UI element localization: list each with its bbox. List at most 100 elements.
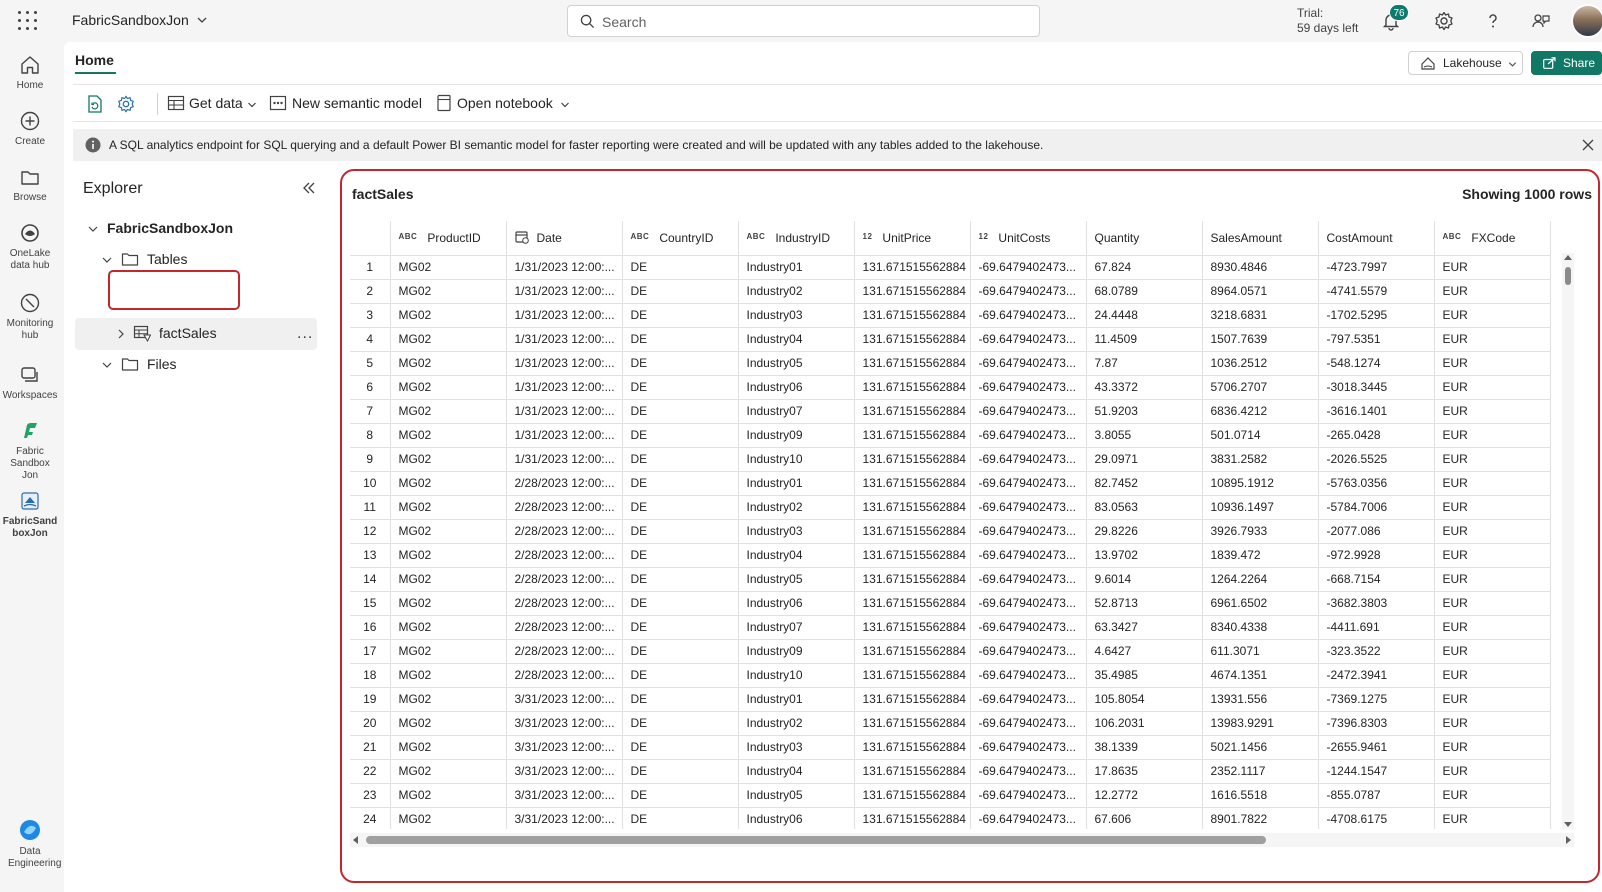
- scroll-left-icon[interactable]: [353, 836, 358, 844]
- scroll-down-icon[interactable]: [1564, 822, 1572, 827]
- table-row[interactable]: 10 MG02 2/28/2023 12:00:... DE Industry01 131…: [350, 471, 1551, 496]
- column-header[interactable]: ABC FXCode: [1434, 221, 1551, 256]
- table-cell: 5021.1456: [1202, 735, 1319, 760]
- table-row[interactable]: 13 MG02 2/28/2023 12:00:... DE Industry04 131…: [350, 543, 1551, 568]
- collapse-pane-icon[interactable]: [302, 182, 316, 194]
- table-row[interactable]: 7 MG02 1/31/2023 12:00:... DE Industry07 131.…: [350, 399, 1551, 424]
- table-cell: MG02: [390, 327, 507, 352]
- tree-item-factsales[interactable]: factSales: [111, 324, 271, 344]
- vertical-scroll-thumb[interactable]: [1565, 267, 1571, 285]
- user-avatar[interactable]: [1571, 4, 1602, 38]
- column-header[interactable]: CostAmount: [1318, 221, 1435, 256]
- new-semantic-model-button[interactable]: New semantic model: [269, 94, 425, 114]
- table-row[interactable]: 12 MG02 2/28/2023 12:00:... DE Industry03 131…: [350, 519, 1551, 544]
- table-row[interactable]: 22 MG02 3/31/2023 12:00:... DE Industry04 131…: [350, 759, 1551, 784]
- table-row[interactable]: 18 MG02 2/28/2023 12:00:... DE Industry10 131…: [350, 663, 1551, 688]
- table-row[interactable]: 6 MG02 1/31/2023 12:00:... DE Industry06 131.…: [350, 375, 1551, 400]
- column-header[interactable]: Quantity: [1086, 221, 1203, 256]
- toolbar-divider: [157, 93, 158, 115]
- lakehouse-dropdown[interactable]: Lakehouse: [1408, 51, 1523, 75]
- table-row[interactable]: 9 MG02 1/31/2023 12:00:... DE Industry10 131.…: [350, 447, 1551, 472]
- rail-item-fabric-sandbox[interactable]: Fabric Sandbox Jon: [0, 420, 60, 482]
- table-cell: 2/28/2023 12:00:...: [506, 639, 623, 664]
- rail-item-workspaces[interactable]: Workspaces: [0, 364, 60, 402]
- tree-label: Files: [147, 356, 177, 372]
- column-header[interactable]: SalesAmount: [1202, 221, 1319, 256]
- table-row[interactable]: 23 MG02 3/31/2023 12:00:... DE Industry05 131…: [350, 783, 1551, 808]
- column-header[interactable]: ABC ProductID: [390, 221, 507, 256]
- table-row[interactable]: 4 MG02 1/31/2023 12:00:... DE Industry04 131.…: [350, 327, 1551, 352]
- search-input[interactable]: Search: [567, 5, 1040, 37]
- table-row[interactable]: 8 MG02 1/31/2023 12:00:... DE Industry09 131.…: [350, 423, 1551, 448]
- table-cell: DE: [622, 783, 739, 808]
- rail-item-monitoring[interactable]: Monitoring hub: [0, 292, 60, 342]
- table-row[interactable]: 5 MG02 1/31/2023 12:00:... DE Industry05 131.…: [350, 351, 1551, 376]
- trial-status[interactable]: Trial: 59 days left: [1297, 6, 1358, 36]
- workspace-name[interactable]: FabricSandboxJon: [72, 12, 189, 28]
- vertical-scrollbar[interactable]: [1562, 253, 1574, 829]
- column-header[interactable]: 12 UnitCosts: [970, 221, 1087, 256]
- table-cell: MG02: [390, 351, 507, 376]
- table-cell: 6836.4212: [1202, 399, 1319, 424]
- table-cell: 2/28/2023 12:00:...: [506, 519, 623, 544]
- rail-item-data-engineering[interactable]: Data Engineering: [0, 818, 61, 870]
- table-cell: 131.671515562884: [854, 399, 971, 424]
- rail-label: Browse: [13, 192, 47, 203]
- column-header[interactable]: Date: [506, 221, 623, 256]
- scroll-right-icon[interactable]: [1566, 836, 1571, 844]
- rail-item-browse[interactable]: Browse: [0, 166, 60, 204]
- chevron-down-icon: [561, 102, 569, 108]
- table-row[interactable]: 14 MG02 2/28/2023 12:00:... DE Industry05 131…: [350, 567, 1551, 592]
- column-header[interactable]: ABC IndustryID: [738, 221, 855, 256]
- open-notebook-button[interactable]: Open notebook: [435, 94, 575, 114]
- rail-item-create[interactable]: Create: [0, 110, 60, 148]
- more-options-icon[interactable]: ...: [297, 325, 313, 343]
- table-row[interactable]: 11 MG02 2/28/2023 12:00:... DE Industry02 131…: [350, 495, 1551, 520]
- help-icon[interactable]: [1482, 10, 1504, 32]
- rail-item-home[interactable]: Home: [0, 54, 60, 92]
- table-row[interactable]: 21 MG02 3/31/2023 12:00:... DE Industry03 131…: [350, 735, 1551, 760]
- table-cell: -2026.5525: [1318, 447, 1435, 472]
- gear-icon[interactable]: [1433, 10, 1455, 32]
- table-row[interactable]: 19 MG02 3/31/2023 12:00:... DE Industry01 131…: [350, 687, 1551, 712]
- explorer-pane: Explorer FabricSandboxJon Tables factSal…: [73, 169, 326, 892]
- column-header[interactable]: ABC CountryID: [622, 221, 739, 256]
- chevron-down-icon[interactable]: [196, 14, 208, 26]
- app-launcher-icon[interactable]: [18, 11, 38, 31]
- tab-home[interactable]: Home: [75, 52, 114, 68]
- feedback-icon[interactable]: [1530, 10, 1552, 32]
- data-grid[interactable]: ABC ProductID Date ABC CountryID ABC IndustryI…: [350, 221, 1562, 829]
- table-row[interactable]: 20 MG02 3/31/2023 12:00:... DE Industry02 131…: [350, 711, 1551, 736]
- settings-button[interactable]: [116, 94, 136, 114]
- table-preview-title: factSales: [352, 186, 414, 202]
- close-icon[interactable]: [1582, 139, 1594, 151]
- share-button[interactable]: Share: [1531, 51, 1602, 75]
- rail-item-onelake[interactable]: OneLake data hub: [0, 222, 60, 272]
- table-row[interactable]: 1 MG02 1/31/2023 12:00:... DE Industry01 131.…: [350, 255, 1551, 280]
- tree-item-tables[interactable]: Tables: [97, 250, 277, 270]
- rail-item-lakehouse[interactable]: FabricSandboxJon: [0, 490, 60, 540]
- table-cell: DE: [622, 327, 739, 352]
- table-cell: -69.6479402473...: [970, 783, 1087, 808]
- tree-item-workspace[interactable]: FabricSandboxJon: [83, 219, 283, 239]
- table-cell: 3926.7933: [1202, 519, 1319, 544]
- table-row[interactable]: 3 MG02 1/31/2023 12:00:... DE Industry03 131.…: [350, 303, 1551, 328]
- table-cell: -3018.3445: [1318, 375, 1435, 400]
- horizontal-scrollbar[interactable]: [350, 833, 1574, 847]
- get-data-button[interactable]: Get data: [167, 94, 257, 114]
- refresh-button[interactable]: [85, 94, 105, 114]
- table-row[interactable]: 17 MG02 2/28/2023 12:00:... DE Industry09 131…: [350, 639, 1551, 664]
- horizontal-scroll-thumb[interactable]: [366, 836, 1266, 844]
- table-row[interactable]: 24 MG02 3/31/2023 12:00:... DE Industry06 131…: [350, 807, 1551, 829]
- table-cell: DE: [622, 495, 739, 520]
- table-row[interactable]: 2 MG02 1/31/2023 12:00:... DE Industry02 131.…: [350, 279, 1551, 304]
- scroll-up-icon[interactable]: [1564, 255, 1572, 260]
- table-row[interactable]: 15 MG02 2/28/2023 12:00:... DE Industry06 131…: [350, 591, 1551, 616]
- tree-item-files[interactable]: Files: [97, 355, 277, 375]
- column-header[interactable]: 12 UnitPrice: [854, 221, 971, 256]
- table-cell: MG02: [390, 543, 507, 568]
- table-cell: Industry04: [738, 759, 855, 784]
- table-row[interactable]: 16 MG02 2/28/2023 12:00:... DE Industry07 131…: [350, 615, 1551, 640]
- table-cell: Industry07: [738, 399, 855, 424]
- ribbon-toolbar: Get data New semantic model Open noteboo…: [73, 84, 1602, 122]
